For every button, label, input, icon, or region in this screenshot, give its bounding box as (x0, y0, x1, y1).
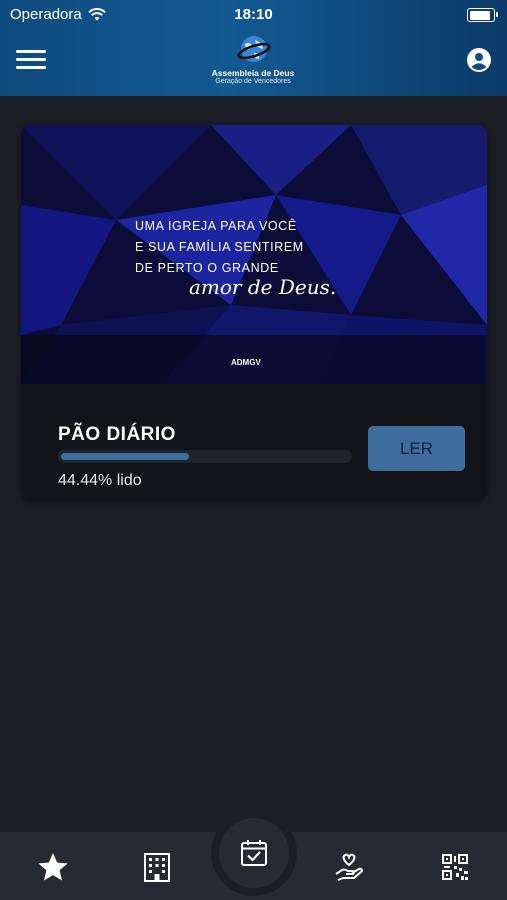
calendar-tab-button[interactable] (219, 818, 289, 888)
building-icon[interactable] (140, 850, 174, 884)
hamburger-icon-line (16, 66, 46, 69)
hamburger-icon-line (16, 50, 46, 53)
status-bar: Operadora 18:10 (0, 0, 507, 28)
daily-bread-card: UMA IGREJA PARA VOCÊ E SUA FAMÍLIA SENTI… (21, 125, 487, 500)
banner-script-text: amor de Deus. (189, 275, 337, 299)
clock: 18:10 (234, 6, 273, 23)
logo-title: Assembleia de Deus (211, 68, 295, 78)
banner-slogan: UMA IGREJA PARA VOCÊ E SUA FAMÍLIA SENTI… (135, 216, 304, 279)
banner-image: UMA IGREJA PARA VOCÊ E SUA FAMÍLIA SENTI… (21, 125, 487, 384)
hamburger-icon-line (16, 58, 46, 61)
app-header: Operadora 18:10 Assembleia de Deus Geraç… (0, 0, 507, 96)
logo-subtitle: Geração de Vencedores (215, 78, 291, 85)
globe-icon (237, 36, 271, 62)
calendar-check-icon (241, 840, 267, 866)
read-button[interactable]: LER (368, 426, 465, 471)
card-title: PÃO DIÁRIO (58, 424, 176, 445)
app-logo: Assembleia de Deus Geração de Vencedores (203, 32, 303, 88)
progress-label: 44.44% lido (58, 472, 142, 489)
banner-line: E SUA FAMÍLIA SENTIREM (135, 240, 304, 254)
banner-line: UMA IGREJA PARA VOCÊ (135, 219, 297, 233)
hand-heart-icon[interactable] (332, 850, 366, 884)
star-icon[interactable] (36, 850, 70, 884)
profile-icon[interactable] (467, 48, 491, 72)
progress-fill (61, 453, 189, 460)
battery-icon (467, 8, 498, 22)
banner-brand: ADMGV (231, 358, 261, 367)
reading-progress-bar (58, 450, 352, 463)
menu-button[interactable] (16, 50, 46, 72)
qr-code-icon[interactable] (438, 850, 472, 884)
